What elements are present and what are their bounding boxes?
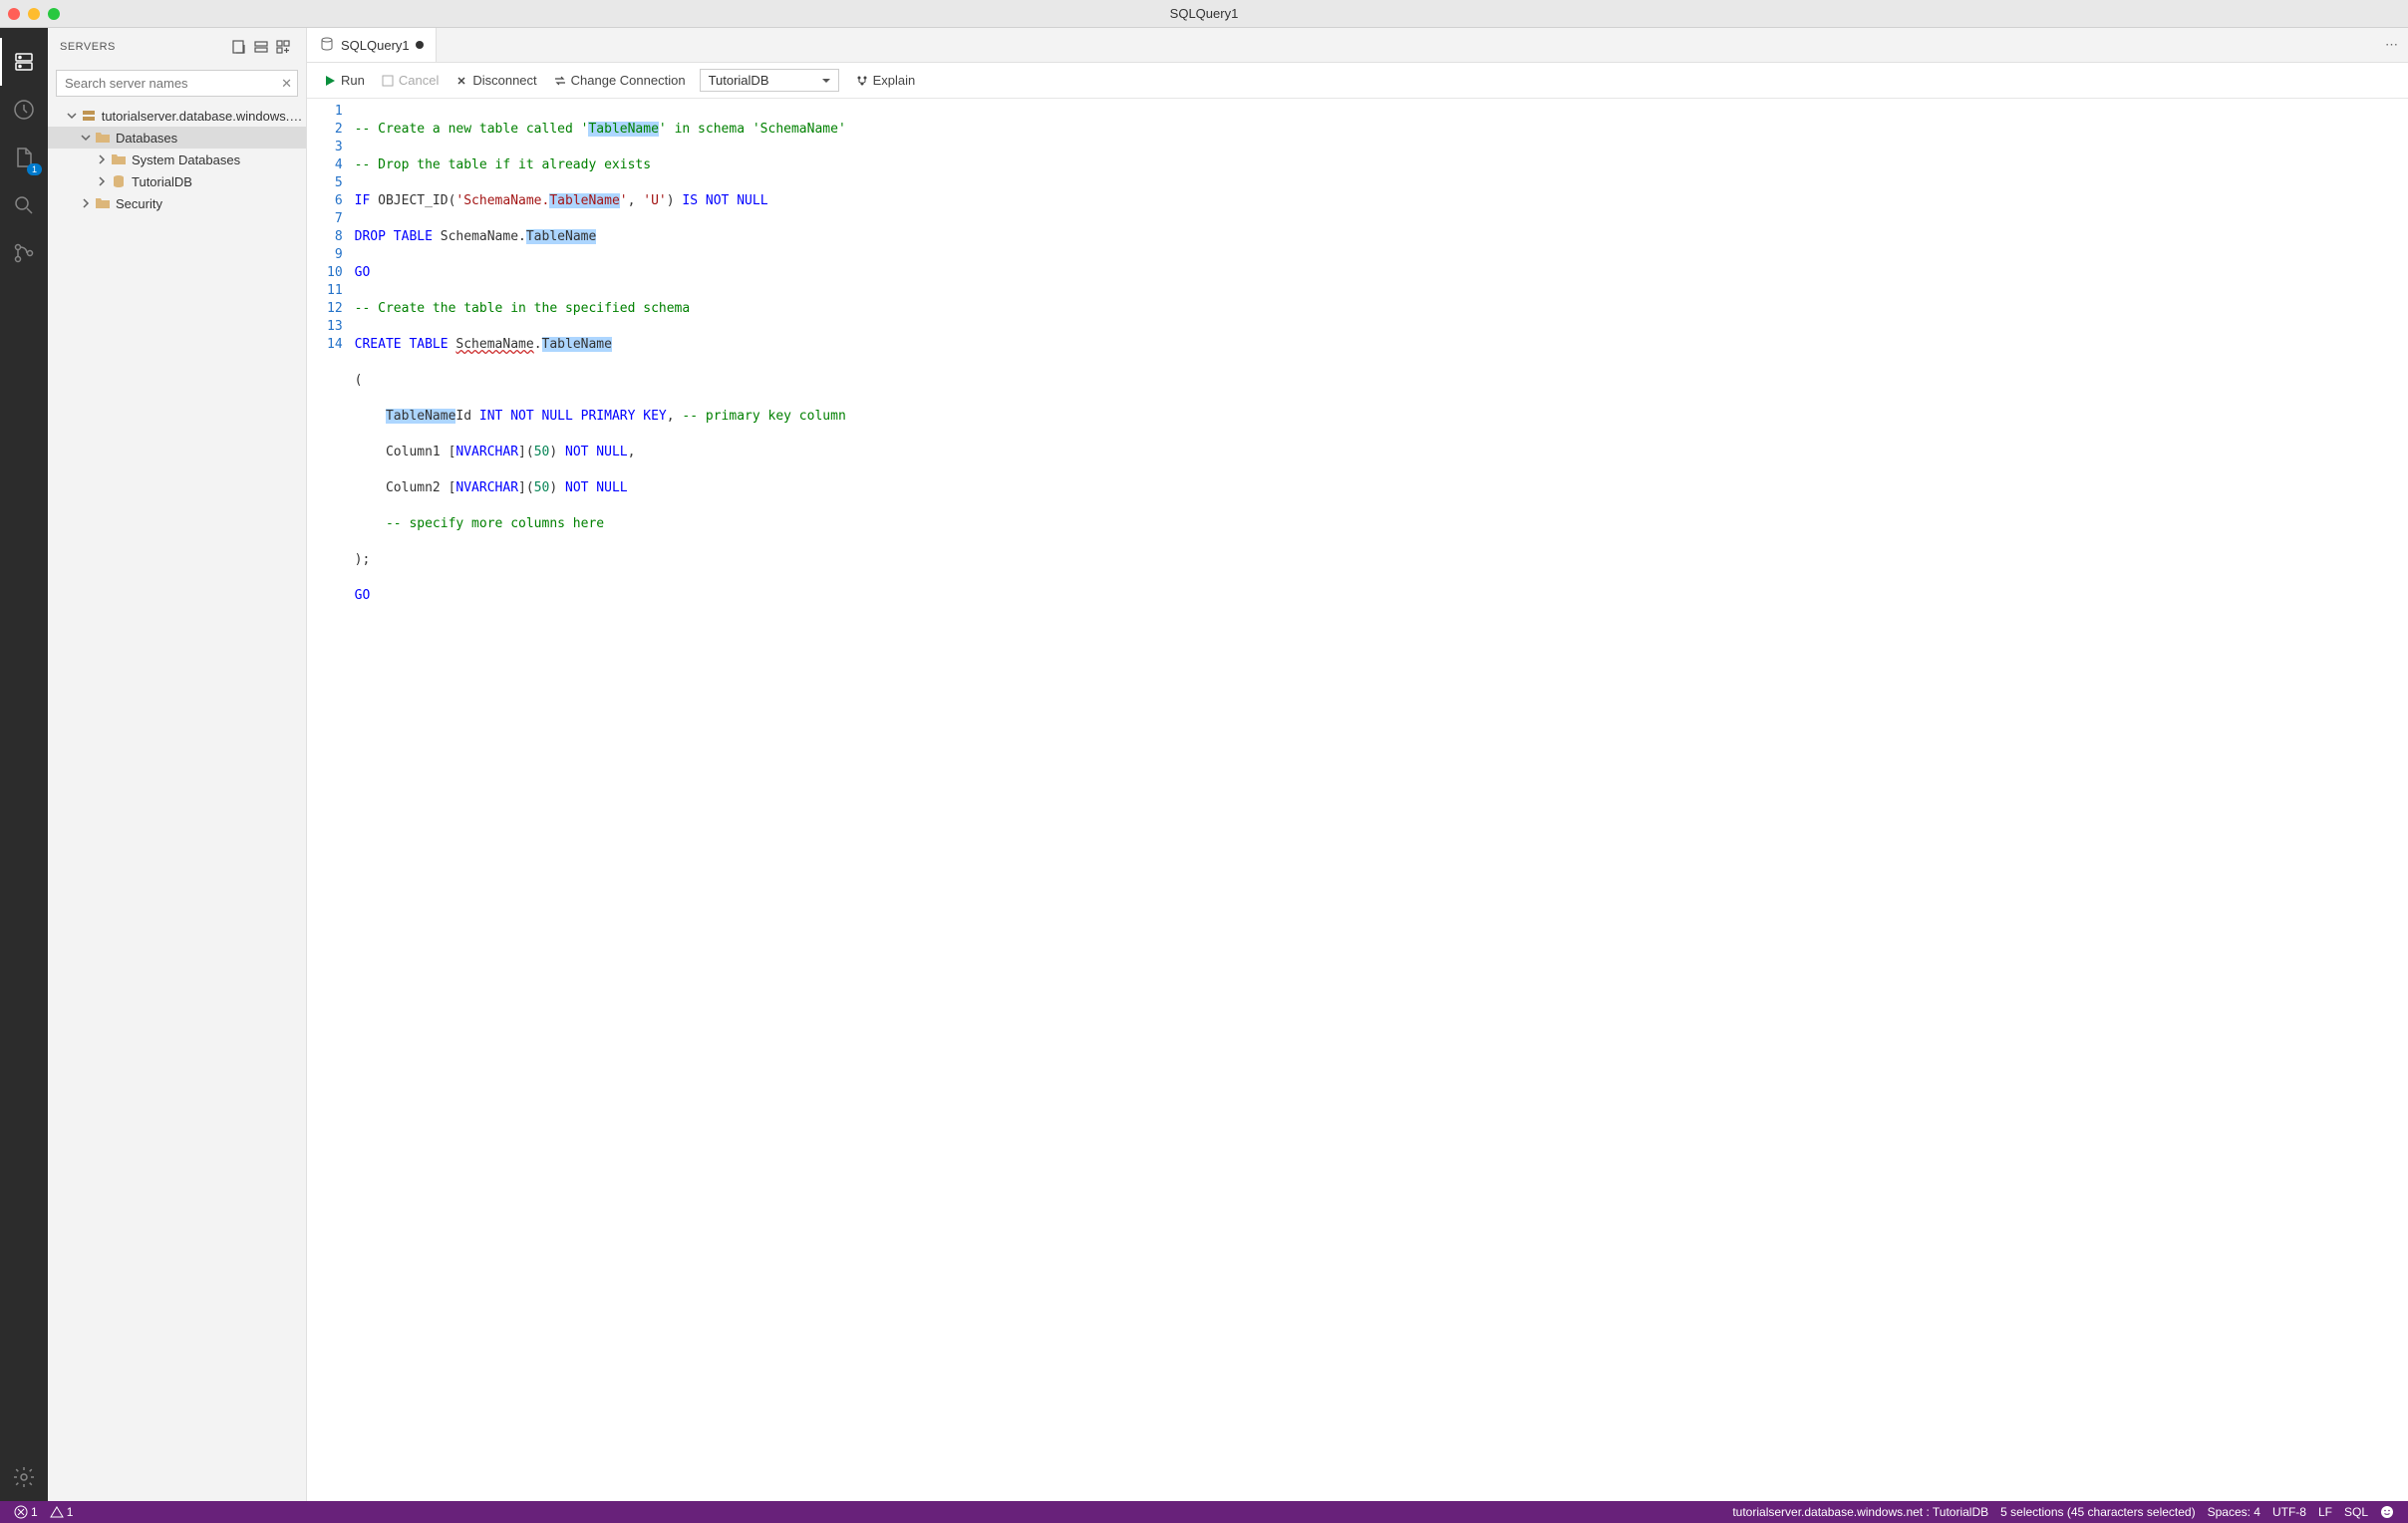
- files-badge: 1: [27, 163, 42, 175]
- status-selections[interactable]: 5 selections (45 characters selected): [1994, 1505, 2201, 1519]
- chevron-right-icon: [94, 154, 110, 164]
- database-dropdown-value: TutorialDB: [709, 73, 769, 88]
- status-eol[interactable]: LF: [2312, 1505, 2338, 1519]
- explain-label: Explain: [873, 73, 916, 88]
- sql-file-icon: [319, 36, 335, 55]
- sidebar-header: SERVERS: [48, 28, 306, 66]
- query-toolbar: Run Cancel Disconnect Change Connection …: [307, 63, 2408, 99]
- tree-server-row[interactable]: tutorialserver.database.windows.n...: [48, 105, 306, 127]
- status-lang[interactable]: SQL: [2338, 1505, 2374, 1519]
- line-gutter: 1234 5678 9101112 1314: [307, 99, 355, 1501]
- tree-sysdb-row[interactable]: System Databases: [48, 149, 306, 170]
- source-control-activity-icon[interactable]: [0, 229, 48, 277]
- status-warnings[interactable]: 1: [44, 1505, 80, 1519]
- explain-button[interactable]: Explain: [849, 71, 922, 90]
- status-feedback-icon[interactable]: [2374, 1505, 2400, 1519]
- chevron-down-icon: [64, 111, 80, 121]
- clear-search-icon[interactable]: ✕: [281, 76, 292, 92]
- tab-dirty-indicator: [416, 41, 424, 49]
- tasks-activity-icon[interactable]: [0, 86, 48, 134]
- status-spaces[interactable]: Spaces: 4: [2202, 1505, 2266, 1519]
- run-label: Run: [341, 73, 365, 88]
- tree-tutorialdb-row[interactable]: TutorialDB: [48, 170, 306, 192]
- close-window-button[interactable]: [8, 8, 20, 20]
- status-connection[interactable]: tutorialserver.database.windows.net : Tu…: [1726, 1505, 1994, 1519]
- tree-security-row[interactable]: Security: [48, 192, 306, 214]
- tree-label: Databases: [116, 131, 177, 146]
- database-dropdown[interactable]: TutorialDB: [700, 69, 839, 92]
- status-encoding[interactable]: UTF-8: [2266, 1505, 2312, 1519]
- titlebar: SQLQuery1: [0, 0, 2408, 28]
- tab-label: SQLQuery1: [341, 38, 410, 53]
- disconnect-button[interactable]: Disconnect: [449, 71, 542, 90]
- chevron-right-icon: [78, 198, 94, 208]
- window-title: SQLQuery1: [1170, 6, 1239, 21]
- tree-label: tutorialserver.database.windows.n...: [102, 109, 306, 124]
- code-editor[interactable]: 1234 5678 9101112 1314 -- Create a new t…: [307, 99, 2408, 1501]
- settings-activity-icon[interactable]: [0, 1453, 48, 1501]
- explorer-activity-icon[interactable]: 1: [0, 134, 48, 181]
- tree-label: TutorialDB: [132, 174, 192, 189]
- editor-tab[interactable]: SQLQuery1: [307, 28, 437, 62]
- tree-label: Security: [116, 196, 162, 211]
- chevron-down-icon: [78, 133, 94, 143]
- maximize-window-button[interactable]: [48, 8, 60, 20]
- tree-label: System Databases: [132, 152, 240, 167]
- tree-databases-row[interactable]: Databases: [48, 127, 306, 149]
- sidebar-header-title: SERVERS: [60, 41, 228, 53]
- activity-bar: 1: [0, 28, 48, 1501]
- folder-icon: [110, 152, 128, 167]
- run-button[interactable]: Run: [317, 71, 371, 90]
- disconnect-label: Disconnect: [472, 73, 536, 88]
- change-connection-button[interactable]: Change Connection: [547, 71, 692, 90]
- search-activity-icon[interactable]: [0, 181, 48, 229]
- cancel-button[interactable]: Cancel: [375, 71, 445, 90]
- server-search-input[interactable]: [56, 70, 298, 97]
- change-connection-label: Change Connection: [571, 73, 686, 88]
- editor-more-button[interactable]: ⋯: [2375, 37, 2408, 53]
- server-search-box: ✕: [56, 70, 298, 97]
- new-query-icon[interactable]: [228, 36, 250, 58]
- server-tree: tutorialserver.database.windows.n... Dat…: [48, 105, 306, 1501]
- sidebar: SERVERS ✕ tutorialserver.database.window…: [48, 28, 307, 1501]
- minimize-window-button[interactable]: [28, 8, 40, 20]
- database-icon: [110, 173, 128, 189]
- cancel-label: Cancel: [399, 73, 439, 88]
- folder-icon: [94, 195, 112, 211]
- statusbar: 1 1 tutorialserver.database.windows.net …: [0, 1501, 2408, 1523]
- code-content[interactable]: -- Create a new table called 'TableName'…: [355, 99, 846, 1501]
- tabbar: SQLQuery1 ⋯: [307, 28, 2408, 63]
- chevron-right-icon: [94, 176, 110, 186]
- status-errors[interactable]: 1: [8, 1505, 44, 1519]
- editor-region: SQLQuery1 ⋯ Run Cancel Disconnect Change…: [307, 28, 2408, 1501]
- traffic-lights: [8, 8, 60, 20]
- server-icon: [80, 108, 98, 124]
- servers-activity-icon[interactable]: [0, 38, 48, 86]
- folder-icon: [94, 130, 112, 146]
- new-connection-icon[interactable]: [250, 36, 272, 58]
- new-group-icon[interactable]: [272, 36, 294, 58]
